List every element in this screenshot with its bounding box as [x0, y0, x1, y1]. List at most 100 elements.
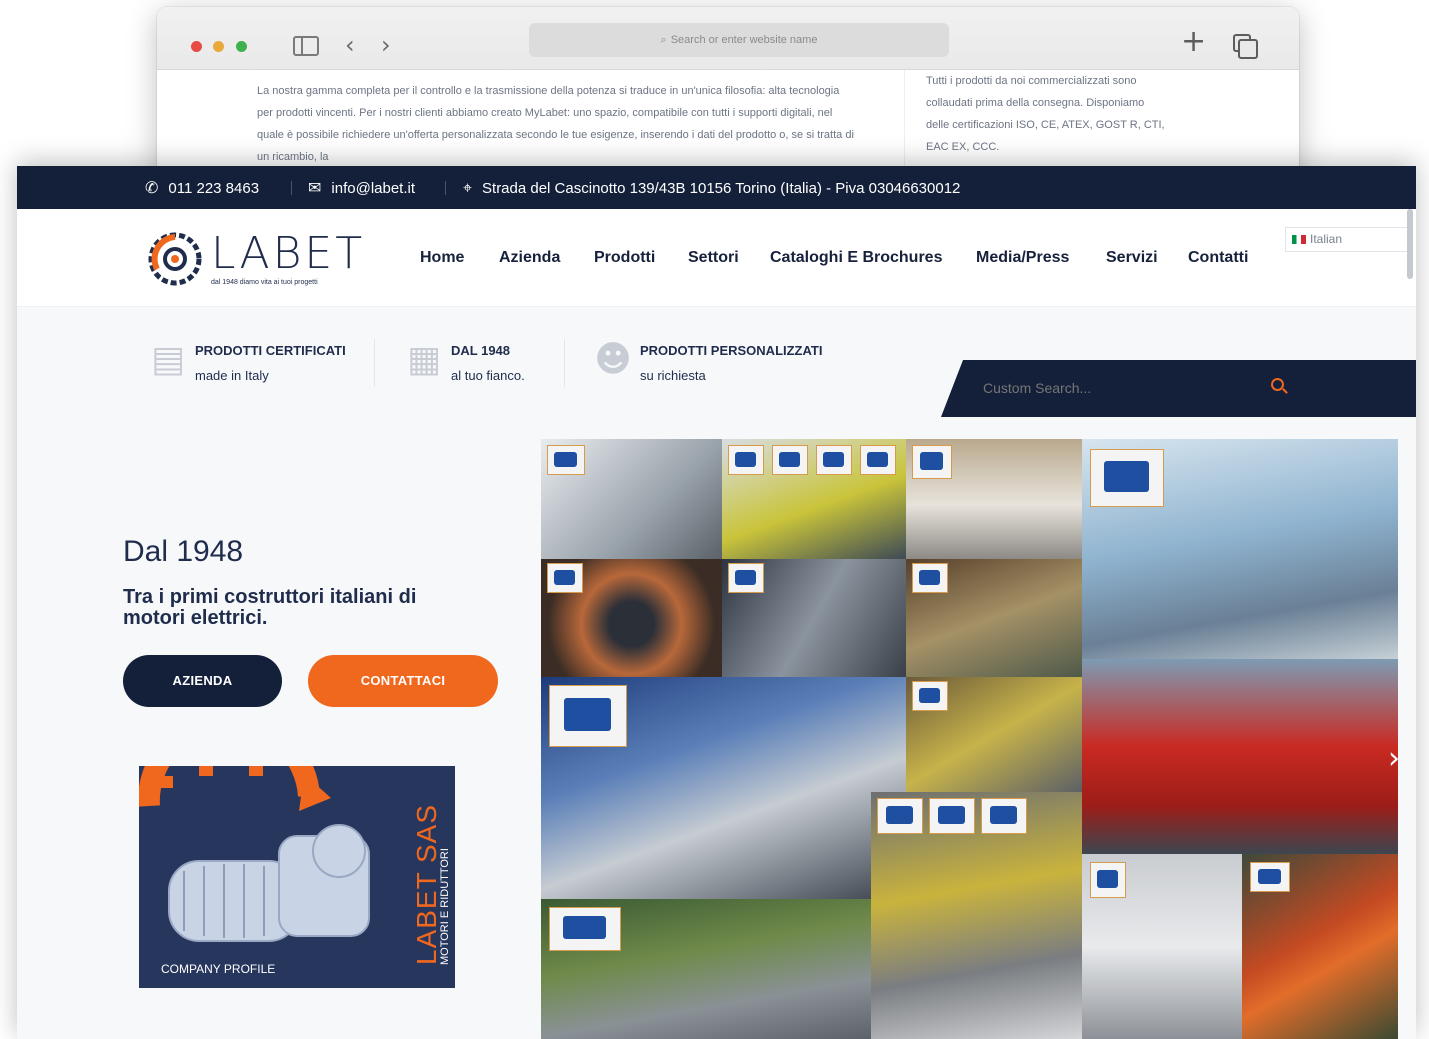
collage-tile	[906, 677, 1082, 792]
close-window-button[interactable]	[191, 41, 202, 52]
sidebar-toggle-icon[interactable]	[293, 36, 319, 56]
new-tab-icon[interactable]: +	[1181, 27, 1206, 57]
product-thumbnail	[772, 445, 808, 475]
collage-tile	[541, 439, 722, 559]
background-page-content: La nostra gamma completa per il controll…	[157, 70, 1299, 177]
search-icon[interactable]	[1271, 378, 1284, 391]
phone-number: 011 223 8463	[168, 180, 260, 197]
product-thumbnail	[1090, 862, 1126, 898]
collage-tile	[871, 792, 1082, 1039]
collage-tile	[906, 439, 1082, 559]
browser-toolbar: ‹ › ⌕ Search or enter website name +	[157, 7, 1299, 70]
background-paragraph-left: La nostra gamma completa per il controll…	[257, 85, 854, 163]
address-info: ⌖ Strada del Cascinotto 139/43B 10156 Tor…	[463, 166, 960, 210]
product-thumbnail	[860, 445, 896, 475]
feature-divider	[374, 339, 375, 387]
collage-tile	[541, 559, 722, 677]
email-link[interactable]: ✉ info@labet.it	[308, 166, 415, 210]
product-thumbnail	[728, 445, 764, 475]
product-thumbnail	[1090, 449, 1164, 507]
product-thumbnail	[547, 445, 585, 475]
background-browser-window: ‹ › ⌕ Search or enter website name + La n…	[157, 7, 1299, 177]
website-window: ✆ 011 223 8463 ✉ info@labet.it ⌖ Strada del…	[17, 166, 1416, 1039]
product-thumbnail	[728, 563, 764, 593]
certificate-icon: ▤	[150, 339, 185, 380]
feature-subtitle: made in Italy	[195, 368, 269, 383]
topbar-separator	[445, 181, 446, 195]
contact-topbar: ✆ 011 223 8463 ✉ info@labet.it ⌖ Strada del…	[17, 166, 1416, 209]
company-profile-card[interactable]: LABET SAS MOTORI E RIDUTTORI COMPANY PRO…	[139, 766, 455, 988]
feature-title: PRODOTTI PERSONALIZZATI	[640, 343, 823, 358]
feature-title: DAL 1948	[451, 343, 511, 358]
gear-logo-icon	[148, 232, 202, 286]
feature-subtitle: su richiesta	[640, 368, 706, 383]
topbar-separator	[291, 181, 292, 195]
profile-vertical-text: LABET SAS MOTORI E RIDUTTORI	[403, 780, 453, 965]
email-address: info@labet.it	[331, 180, 416, 197]
product-thumbnail	[912, 563, 948, 593]
address-bar[interactable]: ⌕ Search or enter website name	[529, 23, 949, 57]
collage-tile	[1082, 854, 1242, 1039]
feature-divider	[564, 339, 565, 387]
nav-prodotti[interactable]: Prodotti	[594, 249, 655, 267]
background-paragraph-right: Tutti i prodotti da noi commercializzati…	[926, 75, 1165, 153]
profile-caption: COMPANY PROFILE	[161, 962, 276, 976]
industry-collage-slider[interactable]	[541, 439, 1398, 1039]
collage-tile	[906, 559, 1082, 677]
azienda-button[interactable]: AZIENDA	[123, 655, 282, 707]
hero-heading: Dal 1948	[123, 535, 244, 568]
nav-settori[interactable]: Settori	[688, 249, 739, 267]
product-thumbnail	[912, 445, 952, 479]
labet-logo[interactable]: LABET dal 1948 diamo vita ai tuoi proget…	[145, 228, 365, 292]
contattaci-button[interactable]: CONTATTACI	[308, 655, 498, 707]
feature-title: PRODOTTI CERTIFICATI	[195, 343, 346, 358]
product-thumbnail	[929, 798, 975, 834]
collage-tile	[541, 899, 871, 1039]
logo-wordmark: LABET	[211, 228, 366, 279]
collage-tile	[1082, 439, 1398, 659]
back-arrow-icon[interactable]: ‹	[345, 32, 355, 58]
location-pin-icon: ⌖	[463, 178, 473, 197]
product-thumbnail	[549, 685, 627, 747]
product-thumbnail	[981, 798, 1027, 834]
search-icon: ⌕	[660, 33, 667, 46]
worker-icon: ☻	[594, 339, 632, 380]
divider	[904, 70, 905, 177]
nav-contatti[interactable]: Contatti	[1188, 249, 1248, 267]
language-selector[interactable]: Italian	[1285, 227, 1413, 252]
collage-tile	[722, 439, 906, 559]
product-thumbnail	[816, 445, 852, 475]
nav-media-press[interactable]: Media/Press	[976, 249, 1069, 267]
maximize-window-button[interactable]	[236, 41, 247, 52]
envelope-icon: ✉	[308, 178, 322, 197]
collage-tile	[1082, 659, 1398, 854]
hero-subtitle: Tra i primi costruttori italiani di moto…	[123, 586, 417, 629]
collage-tile	[541, 677, 906, 899]
custom-search-box	[941, 360, 1416, 417]
product-thumbnail	[547, 563, 583, 593]
phone-link[interactable]: ✆ 011 223 8463	[145, 166, 259, 210]
nav-servizi[interactable]: Servizi	[1106, 249, 1158, 267]
phone-icon: ✆	[145, 178, 159, 197]
nav-azienda[interactable]: Azienda	[499, 249, 560, 267]
nav-home[interactable]: Home	[420, 249, 464, 267]
tab-overview-icon[interactable]	[1233, 34, 1258, 59]
minimize-window-button[interactable]	[213, 41, 224, 52]
page-scrollbar[interactable]	[1407, 209, 1413, 279]
company-address: Strada del Cascinotto 139/43B 10156 Tori…	[482, 180, 961, 197]
chevron-right-icon[interactable]: ›	[1388, 741, 1400, 776]
address-bar-placeholder: Search or enter website name	[670, 34, 818, 46]
feature-subtitle: al tuo fianco.	[451, 368, 525, 383]
nav-cataloghi[interactable]: Cataloghi E Brochures	[770, 249, 942, 267]
product-thumbnail	[912, 681, 948, 711]
product-thumbnail	[1250, 862, 1290, 892]
site-header: LABET dal 1948 diamo vita ai tuoi proget…	[17, 209, 1416, 307]
collage-tile	[1242, 854, 1398, 1039]
product-thumbnail	[549, 907, 621, 951]
building-icon: ▦	[406, 339, 441, 380]
product-thumbnail	[877, 798, 923, 834]
language-label: Italian	[1310, 232, 1343, 246]
search-input[interactable]	[983, 360, 1283, 417]
forward-arrow-icon[interactable]: ›	[381, 32, 391, 58]
logo-tagline: dal 1948 diamo vita ai tuoi progetti	[211, 279, 318, 286]
